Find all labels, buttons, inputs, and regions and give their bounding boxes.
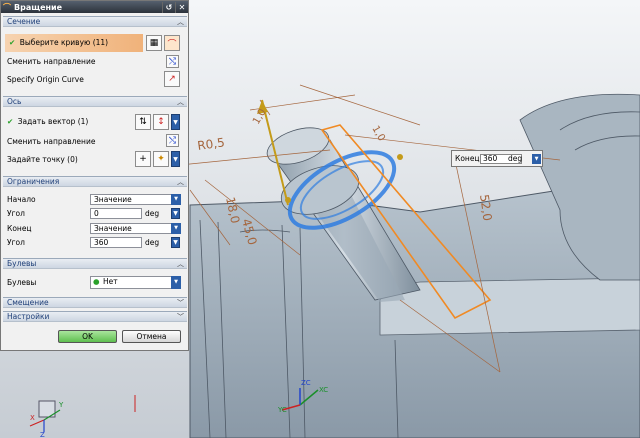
point-snap-button[interactable]: ✦ xyxy=(153,151,169,167)
end-select[interactable]: Значение ▼ xyxy=(90,223,181,234)
curve-button[interactable]: ⌒ xyxy=(164,35,180,51)
chevron-up-icon: ︿ xyxy=(177,260,184,268)
specify-origin-curve-label: Specify Origin Curve xyxy=(7,75,84,84)
axis-label-z: Z xyxy=(40,431,45,438)
boolean-none-icon: ● xyxy=(93,277,100,286)
chevron-down-icon: ▼ xyxy=(171,276,181,289)
end-angle-unit: deg xyxy=(508,154,523,163)
boolean-header[interactable]: Булевы ︿ xyxy=(3,258,187,269)
start-angle-dropdown-icon[interactable]: ▼ xyxy=(171,208,180,219)
end-angle-field-dropdown-icon[interactable]: ▼ xyxy=(171,237,180,248)
specify-vector-row: ✔ Задать вектор (1) xyxy=(7,117,88,127)
boolean-select[interactable]: ● Нет ▼ xyxy=(90,276,181,289)
reverse-direction-label-1: Сменить направление xyxy=(7,57,96,66)
chevron-up-icon: ︿ xyxy=(177,18,184,26)
section-header-label: Сечение xyxy=(7,17,41,26)
revolve-dialog: ⌒ Вращение ↺ ✕ Сечение ︿ ✔ Выберите крив… xyxy=(0,0,189,351)
start-angle-input[interactable]: 0 xyxy=(90,208,142,219)
select-curve-row[interactable]: ✔ Выберите кривую (11) xyxy=(5,34,143,52)
snap-icon: ✦ xyxy=(157,154,165,164)
chevron-up-icon: ︿ xyxy=(177,178,184,186)
dialog-title: Вращение xyxy=(14,2,63,12)
settings-header-label: Настройки xyxy=(7,312,50,321)
origin-curve-icon: ↗ xyxy=(168,74,176,84)
boolean-select-value: Нет xyxy=(103,277,118,286)
reverse-direction-label-2: Сменить направление xyxy=(7,137,96,146)
vector-icon: ↕ xyxy=(157,117,165,127)
start-angle-unit: deg xyxy=(145,209,160,218)
section-header[interactable]: Сечение ︿ xyxy=(3,16,187,27)
point-icon: + xyxy=(139,154,147,164)
chevron-down-icon: ▼ xyxy=(171,223,181,234)
axis-header[interactable]: Ось ︿ xyxy=(3,96,187,107)
reverse-direction-button-1[interactable]: ⤭ xyxy=(166,55,179,68)
vector-reverse-icon: ⇅ xyxy=(139,117,147,127)
settings-header[interactable]: Настройки ﹀ xyxy=(3,311,187,322)
end-angle-dropdown-icon[interactable]: ▼ xyxy=(532,154,541,164)
reset-icon[interactable]: ↺ xyxy=(162,1,175,13)
end-angle-popup[interactable]: Конец 360 deg ▼ xyxy=(451,150,543,167)
point-dropdown-icon[interactable]: ▼ xyxy=(171,151,180,167)
axis-label-yc: YC xyxy=(277,406,287,414)
dialog-icon: ⌒ xyxy=(3,2,11,12)
axis-label-y: Y xyxy=(58,401,64,409)
vector-dropdown-icon[interactable]: ▼ xyxy=(171,114,180,130)
offset-header-label: Смещение xyxy=(7,298,49,307)
close-icon[interactable]: ✕ xyxy=(175,1,188,13)
curve-icon: ⌒ xyxy=(167,39,177,50)
boolean-label: Булевы xyxy=(7,278,37,287)
chevron-up-icon: ︿ xyxy=(177,98,184,106)
angle2-label: Угол xyxy=(7,238,25,247)
sketch-icon: ▦ xyxy=(149,38,159,48)
start-select-value: Значение xyxy=(94,195,132,204)
offset-header[interactable]: Смещение ﹀ xyxy=(3,297,187,308)
start-select[interactable]: Значение ▼ xyxy=(90,194,181,205)
select-curve-label: Выберите кривую (11) xyxy=(19,38,109,47)
reverse-direction-button-2[interactable]: ⤭ xyxy=(166,134,179,147)
axis-label-zc: ZC xyxy=(301,379,311,387)
chevron-down-icon: ▼ xyxy=(171,194,181,205)
dialog-titlebar[interactable]: ⌒ Вращение ↺ ✕ xyxy=(1,1,188,13)
axis-label-xc: XC xyxy=(319,386,328,394)
angle1-label: Угол xyxy=(7,209,25,218)
vector-dialog-button[interactable]: ↕ xyxy=(153,114,169,130)
swap-icon: ⤭ xyxy=(168,135,177,146)
axis-header-label: Ось xyxy=(7,97,22,106)
end-angle-field[interactable]: 360 xyxy=(90,237,142,248)
check-icon: ✔ xyxy=(9,38,16,47)
boolean-header-label: Булевы xyxy=(7,259,37,268)
origin-curve-button[interactable]: ↗ xyxy=(164,71,180,87)
end-angle-label: Конец xyxy=(455,154,480,163)
start-label: Начало xyxy=(7,195,36,204)
chevron-down-icon: ﹀ xyxy=(177,313,184,321)
end-label: Конец xyxy=(7,224,32,233)
limits-header-label: Ограничения xyxy=(7,177,60,186)
end-select-value: Значение xyxy=(94,224,132,233)
sketch-section-button[interactable]: ▦ xyxy=(146,35,162,51)
specify-vector-label: Задать вектор (1) xyxy=(17,117,89,126)
specify-point-label: Задайте точку (0) xyxy=(7,155,78,164)
end-angle-field-unit: deg xyxy=(145,238,160,247)
limits-header[interactable]: Ограничения ︿ xyxy=(3,176,187,187)
reverse-vector-button[interactable]: ⇅ xyxy=(135,114,151,130)
check-icon: ✔ xyxy=(7,117,14,126)
cancel-button[interactable]: Отмена xyxy=(122,330,181,343)
axis-label-x: X xyxy=(30,414,35,422)
chevron-down-icon: ﹀ xyxy=(177,299,184,307)
swap-icon: ⤭ xyxy=(168,56,177,67)
point-dialog-button[interactable]: + xyxy=(135,151,151,167)
ok-button[interactable]: OK xyxy=(58,330,117,343)
